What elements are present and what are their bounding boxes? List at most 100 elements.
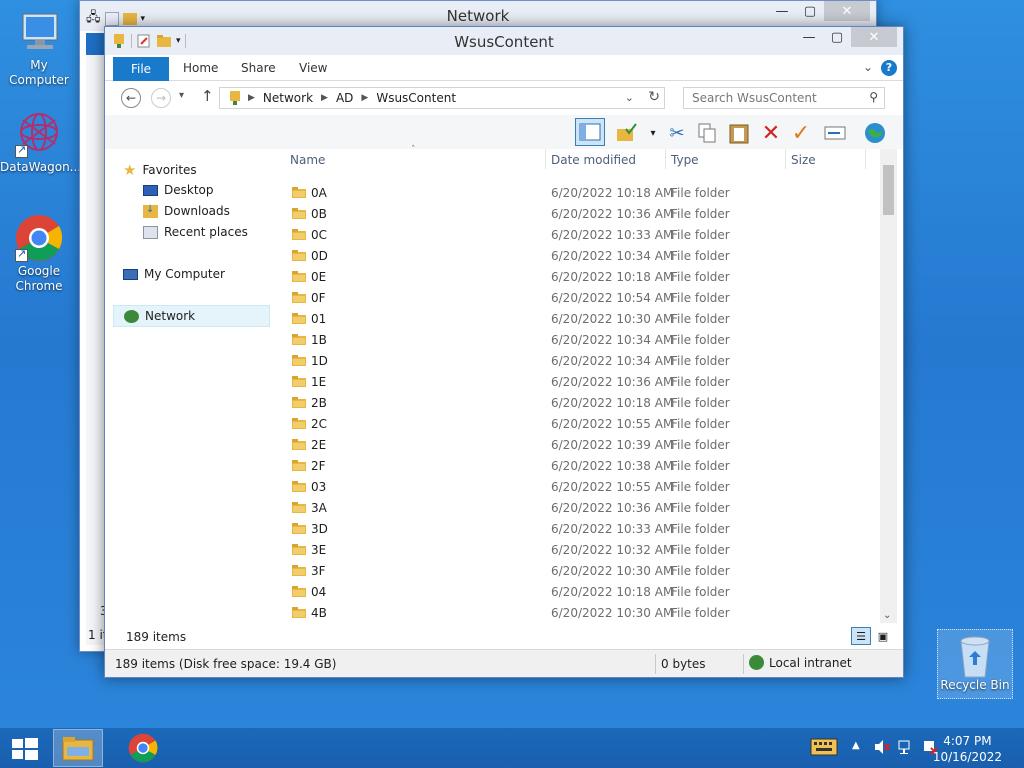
breadcrumb-separator-icon[interactable]: ▶ — [248, 93, 255, 103]
refresh-icon[interactable]: ↻ — [648, 89, 660, 105]
desktop-icon-datawagon[interactable]: DataWagon... — [0, 110, 81, 175]
column-header-type[interactable]: Type — [671, 153, 699, 167]
desktop-icon-google-chrome[interactable]: Google Chrome — [0, 214, 78, 294]
breadcrumb-separator-icon[interactable]: ▶ — [361, 93, 368, 103]
ribbon-expand-icon[interactable]: ⌄ — [863, 60, 873, 74]
table-row[interactable]: 0B 6/20/2022 10:36 AM File folder — [275, 204, 875, 225]
table-row[interactable]: 3A 6/20/2022 10:36 AM File folder — [275, 498, 875, 519]
table-row[interactable]: 1E 6/20/2022 10:36 AM File folder — [275, 372, 875, 393]
up-arrow-icon[interactable]: ↑ — [201, 87, 214, 105]
desktop-icon-my-computer[interactable]: My Computer — [0, 8, 78, 88]
close-button[interactable]: ✕ — [824, 1, 870, 21]
help-icon[interactable]: ? — [881, 60, 897, 76]
file-type: File folder — [671, 606, 730, 620]
globe-icon[interactable] — [863, 121, 887, 145]
wsuscontent-window[interactable]: ▾ WsusContent — ▢ ✕ File Home Share View… — [104, 26, 904, 678]
clock[interactable]: 4:07 PM 10/16/2022 — [933, 733, 1002, 765]
recent-locations-icon[interactable]: ▾ — [179, 90, 184, 101]
tab-home[interactable]: Home — [183, 61, 218, 75]
keyboard-icon[interactable] — [810, 737, 838, 768]
show-hidden-icons-icon[interactable]: ▲ — [852, 740, 860, 768]
folder-options-button[interactable] — [615, 121, 639, 145]
table-row[interactable]: 1B 6/20/2022 10:34 AM File folder — [275, 330, 875, 351]
scrollbar-thumb[interactable] — [883, 165, 894, 215]
column-divider[interactable] — [545, 149, 546, 169]
paste-icon[interactable] — [727, 121, 751, 145]
table-row[interactable]: 3F 6/20/2022 10:30 AM File folder — [275, 561, 875, 582]
table-row[interactable]: 0C 6/20/2022 10:33 AM File folder — [275, 225, 875, 246]
nav-my-computer[interactable]: My Computer — [123, 267, 225, 281]
table-row[interactable]: 04 6/20/2022 10:18 AM File folder — [275, 582, 875, 603]
nav-recent-places[interactable]: Recent places — [143, 225, 248, 239]
table-row[interactable]: 2C 6/20/2022 10:55 AM File folder — [275, 414, 875, 435]
minimize-button[interactable]: — — [768, 1, 796, 21]
search-icon[interactable]: ⚲ — [869, 90, 878, 104]
column-divider[interactable] — [865, 149, 866, 169]
nav-favorites[interactable]: ★ Favorites — [123, 161, 197, 179]
column-divider[interactable] — [785, 149, 786, 169]
table-row[interactable]: 03 6/20/2022 10:55 AM File folder — [275, 477, 875, 498]
taskbar-file-explorer[interactable] — [53, 729, 103, 767]
breadcrumb-ad[interactable]: AD — [336, 91, 353, 105]
large-icons-view-button[interactable]: ▣ — [873, 627, 893, 645]
table-row[interactable]: 0D 6/20/2022 10:34 AM File folder — [275, 246, 875, 267]
maximize-button[interactable]: ▢ — [823, 27, 851, 47]
back-button[interactable]: ← — [121, 88, 141, 108]
tab-share[interactable]: Share — [241, 61, 276, 75]
column-header-date[interactable]: Date modified — [551, 153, 636, 167]
column-header-name[interactable]: Name — [290, 153, 325, 167]
start-button[interactable] — [12, 738, 38, 760]
table-row[interactable]: 0A 6/20/2022 10:18 AM File folder — [275, 183, 875, 204]
breadcrumb-wsuscontent[interactable]: WsusContent — [376, 91, 456, 105]
close-button[interactable]: ✕ — [851, 27, 897, 47]
copy-icon[interactable] — [695, 121, 719, 145]
vertical-scrollbar[interactable]: ⌄ — [880, 149, 897, 623]
file-type: File folder — [671, 375, 730, 389]
column-header-size[interactable]: Size — [791, 153, 816, 167]
nav-downloads-label: Downloads — [164, 204, 230, 218]
table-row[interactable]: 2E 6/20/2022 10:39 AM File folder — [275, 435, 875, 456]
network-icon — [124, 309, 139, 323]
table-row[interactable]: 3E 6/20/2022 10:32 AM File folder — [275, 540, 875, 561]
scroll-down-icon[interactable]: ⌄ — [883, 610, 891, 621]
table-row[interactable]: 2F 6/20/2022 10:38 AM File folder — [275, 456, 875, 477]
tab-file[interactable]: File — [113, 57, 169, 81]
delete-icon[interactable]: ✕ — [759, 121, 783, 146]
table-row[interactable]: 1D 6/20/2022 10:34 AM File folder — [275, 351, 875, 372]
rename-icon[interactable] — [823, 121, 847, 145]
forward-button[interactable]: → — [151, 88, 171, 108]
taskbar-google-chrome[interactable] — [118, 729, 168, 767]
network-status-icon[interactable] — [898, 739, 914, 768]
checkmark-icon[interactable]: ✓ — [789, 121, 813, 146]
shortcut-arrow-icon — [15, 247, 28, 262]
folder-icon — [292, 313, 306, 324]
volume-muted-icon[interactable] — [874, 739, 890, 768]
table-row[interactable]: 0F 6/20/2022 10:54 AM File folder — [275, 288, 875, 309]
tab-view[interactable]: View — [299, 61, 327, 75]
minimize-button[interactable]: — — [795, 27, 823, 47]
window-titlebar[interactable]: ▾ WsusContent — ▢ ✕ — [105, 27, 903, 55]
address-input[interactable]: ▶ Network ▶ AD ▶ WsusContent ⌄ ↻ — [219, 87, 665, 109]
breadcrumb-separator-icon[interactable]: ▶ — [321, 93, 328, 103]
maximize-button[interactable]: ▢ — [796, 1, 824, 21]
desktop-icon-recycle-bin[interactable]: Recycle Bin — [937, 629, 1013, 699]
column-divider[interactable] — [665, 149, 666, 169]
chevron-down-icon[interactable]: ▾ — [641, 121, 665, 145]
breadcrumb-network[interactable]: Network — [263, 91, 313, 105]
search-input[interactable]: Search WsusContent ⚲ — [683, 87, 885, 109]
cut-icon[interactable]: ✂ — [665, 121, 689, 145]
nav-desktop[interactable]: Desktop — [143, 183, 214, 197]
folder-check-icon — [617, 123, 637, 141]
table-row[interactable]: 01 6/20/2022 10:30 AM File folder — [275, 309, 875, 330]
address-dropdown-icon[interactable]: ⌄ — [625, 91, 634, 104]
table-row[interactable]: 3D 6/20/2022 10:33 AM File folder — [275, 519, 875, 540]
nav-network[interactable]: Network — [113, 305, 270, 327]
table-row[interactable]: 4B 6/20/2022 10:30 AM File folder — [275, 603, 875, 624]
nav-downloads[interactable]: ↓ Downloads — [143, 204, 230, 218]
preview-pane-button[interactable] — [575, 118, 605, 146]
file-type: File folder — [671, 501, 730, 515]
table-row[interactable]: 2B 6/20/2022 10:18 AM File folder — [275, 393, 875, 414]
table-row[interactable]: 0E 6/20/2022 10:18 AM File folder — [275, 267, 875, 288]
file-explorer-icon — [62, 737, 94, 761]
details-view-button[interactable]: ☰ — [851, 627, 871, 645]
